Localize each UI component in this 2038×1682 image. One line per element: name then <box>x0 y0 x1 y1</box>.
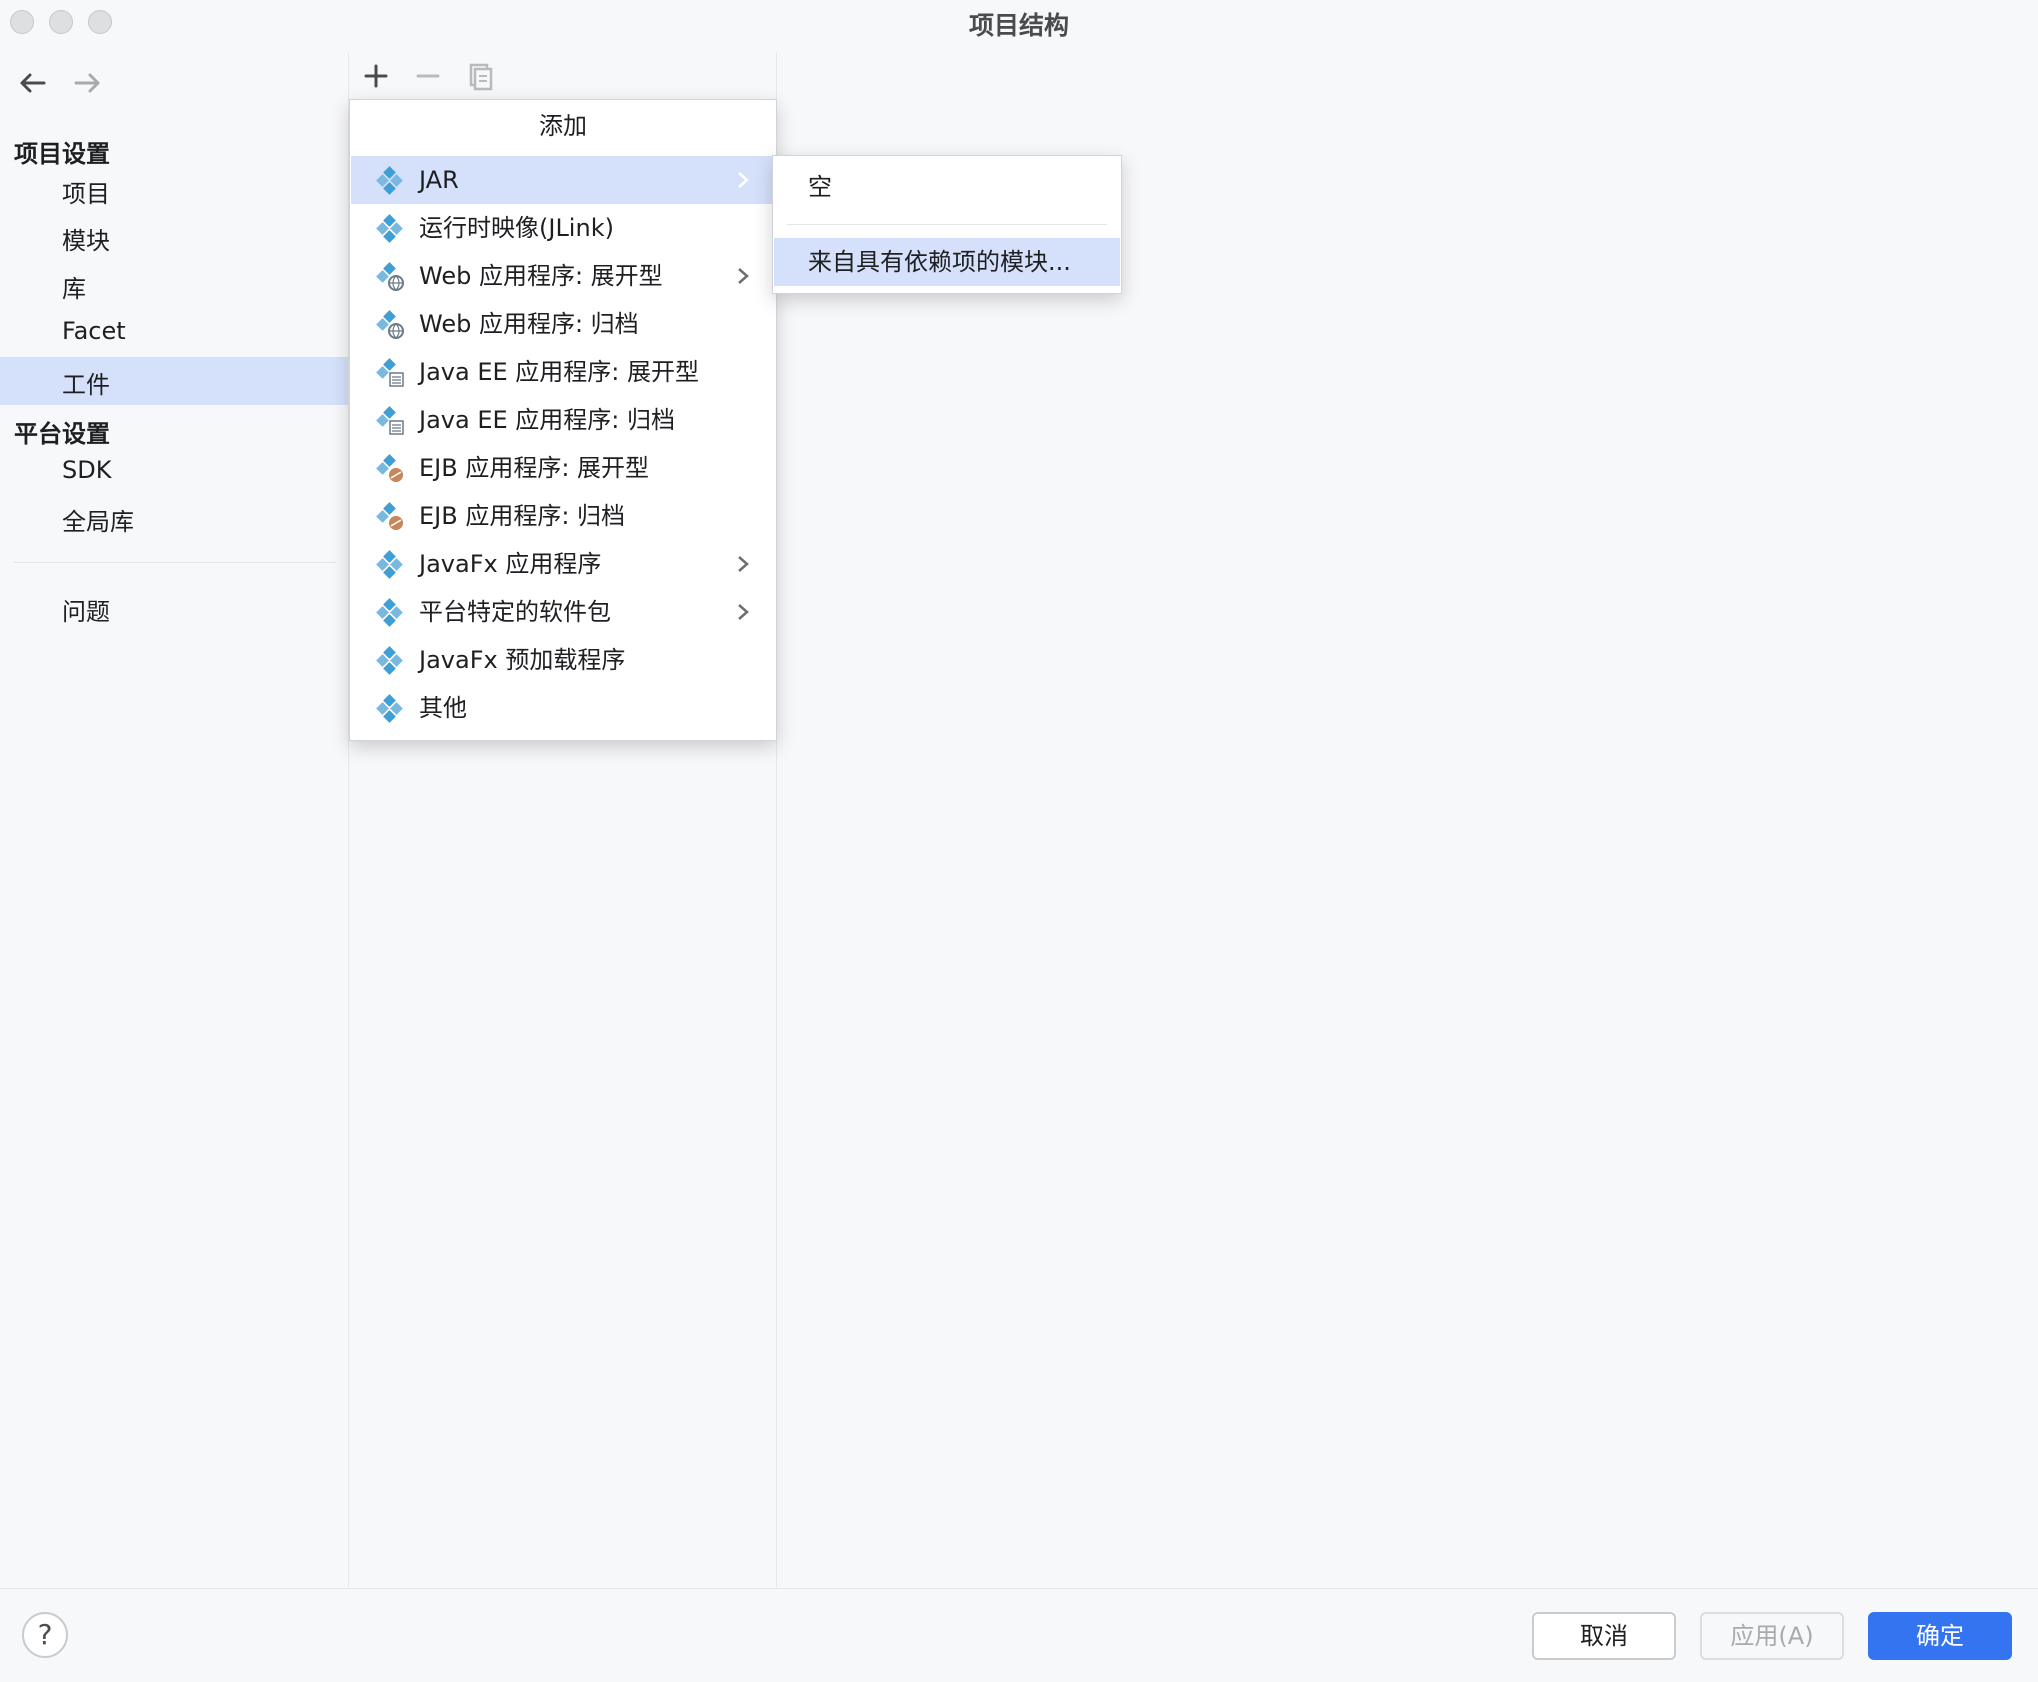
popup-item-javaee-exploded[interactable]: Java EE 应用程序: 展开型 <box>351 348 775 396</box>
remove-button[interactable] <box>410 58 446 94</box>
bottom-separator <box>0 1588 2038 1589</box>
chevron-right-icon <box>738 556 749 572</box>
sidebar-item-project[interactable]: 项目 <box>62 174 110 209</box>
popup-item-label: Java EE 应用程序: 展开型 <box>419 358 699 386</box>
copy-button[interactable] <box>462 58 498 94</box>
javaee-artifact-icon <box>376 406 404 435</box>
popup-item-other[interactable]: 其他 <box>351 684 775 732</box>
plus-icon <box>364 64 388 88</box>
popup-item-label: 运行时映像(JLink) <box>419 214 614 242</box>
popup-title: 添加 <box>539 112 587 140</box>
artifact-icon <box>376 550 403 579</box>
arrow-right-icon <box>74 73 100 93</box>
ejb-artifact-icon <box>376 502 403 530</box>
title-bar: 项目结构 <box>0 0 2038 46</box>
sidebar-item-modules[interactable]: 模块 <box>62 221 110 256</box>
popup-item-web-exploded[interactable]: Web 应用程序: 展开型 <box>351 252 775 300</box>
popup-item-ejb-exploded[interactable]: EJB 应用程序: 展开型 <box>351 444 775 492</box>
popup-item-label: JavaFx 预加载程序 <box>419 646 626 674</box>
jar-submenu: 空 来自具有依赖项的模块... <box>772 155 1122 294</box>
popup-item-label: JAR <box>419 166 459 194</box>
popup-item-javafx-preloader[interactable]: JavaFx 预加载程序 <box>351 636 775 684</box>
popup-item-label: EJB 应用程序: 归档 <box>419 502 626 530</box>
back-button[interactable] <box>16 66 50 100</box>
artifact-icon <box>376 694 403 723</box>
artifact-icon <box>376 646 403 675</box>
sidebar-item-sdk[interactable]: SDK <box>62 456 111 484</box>
sidebar-item-artifacts-label: 工件 <box>62 371 110 399</box>
popup-item-platform-package[interactable]: 平台特定的软件包 <box>351 588 775 636</box>
ok-button[interactable]: 确定 <box>1868 1612 2012 1660</box>
copy-icon <box>469 63 493 91</box>
popup-item-javafx-application[interactable]: JavaFx 应用程序 <box>351 540 775 588</box>
sidebar-divider <box>14 562 336 563</box>
web-artifact-icon <box>376 262 404 291</box>
artifact-icon <box>376 214 403 243</box>
submenu-item-from-modules[interactable]: 来自具有依赖项的模块... <box>774 238 1120 286</box>
artifact-icon <box>376 598 403 627</box>
sidebar-item-libraries[interactable]: 库 <box>62 269 86 304</box>
project-settings-heading: 项目设置 <box>14 140 110 168</box>
popup-item-label: JavaFx 应用程序 <box>419 550 602 578</box>
web-artifact-icon <box>376 310 404 339</box>
artifact-icon <box>376 166 403 195</box>
window-title: 项目结构 <box>968 11 1069 40</box>
sidebar-item-artifacts[interactable]: 工件 <box>0 357 348 405</box>
chevron-right-icon <box>738 268 749 284</box>
sidebar-item-global-libraries[interactable]: 全局库 <box>62 502 134 537</box>
submenu-item-empty[interactable]: 空 <box>774 163 1120 211</box>
cancel-button[interactable]: 取消 <box>1532 1612 1676 1660</box>
forward-button[interactable] <box>70 66 104 100</box>
popup-item-label: Web 应用程序: 归档 <box>419 310 639 338</box>
chevron-right-icon <box>738 172 749 188</box>
popup-item-ejb-archive[interactable]: EJB 应用程序: 归档 <box>351 492 775 540</box>
popup-item-label: 平台特定的软件包 <box>419 598 611 626</box>
minus-icon <box>416 74 440 78</box>
javaee-artifact-icon <box>376 358 404 387</box>
popup-item-label: Java EE 应用程序: 归档 <box>419 406 675 434</box>
ejb-artifact-icon <box>376 454 403 482</box>
sidebar-item-facets[interactable]: Facet <box>62 317 126 345</box>
apply-button[interactable]: 应用(A) <box>1700 1612 1844 1660</box>
popup-item-web-archive[interactable]: Web 应用程序: 归档 <box>351 300 775 348</box>
popup-item-javaee-archive[interactable]: Java EE 应用程序: 归档 <box>351 396 775 444</box>
arrow-left-icon <box>20 73 46 93</box>
popup-item-jar[interactable]: JAR <box>351 156 775 204</box>
platform-settings-heading: 平台设置 <box>14 420 110 448</box>
chevron-right-icon <box>738 604 749 620</box>
sidebar-item-problems[interactable]: 问题 <box>62 592 110 627</box>
add-button[interactable] <box>358 58 394 94</box>
popup-item-label: EJB 应用程序: 展开型 <box>419 454 650 482</box>
popup-item-label: Web 应用程序: 展开型 <box>419 262 663 290</box>
popup-item-runtime-image[interactable]: 运行时映像(JLink) <box>351 204 775 252</box>
submenu-separator <box>787 224 1107 225</box>
popup-item-label: 其他 <box>419 694 467 722</box>
help-button[interactable]: ? <box>22 1612 68 1658</box>
add-artifact-popup: 添加 JAR 运行时映像(JLink) Web 应用程序: 展开型 Web 应用… <box>349 99 777 741</box>
